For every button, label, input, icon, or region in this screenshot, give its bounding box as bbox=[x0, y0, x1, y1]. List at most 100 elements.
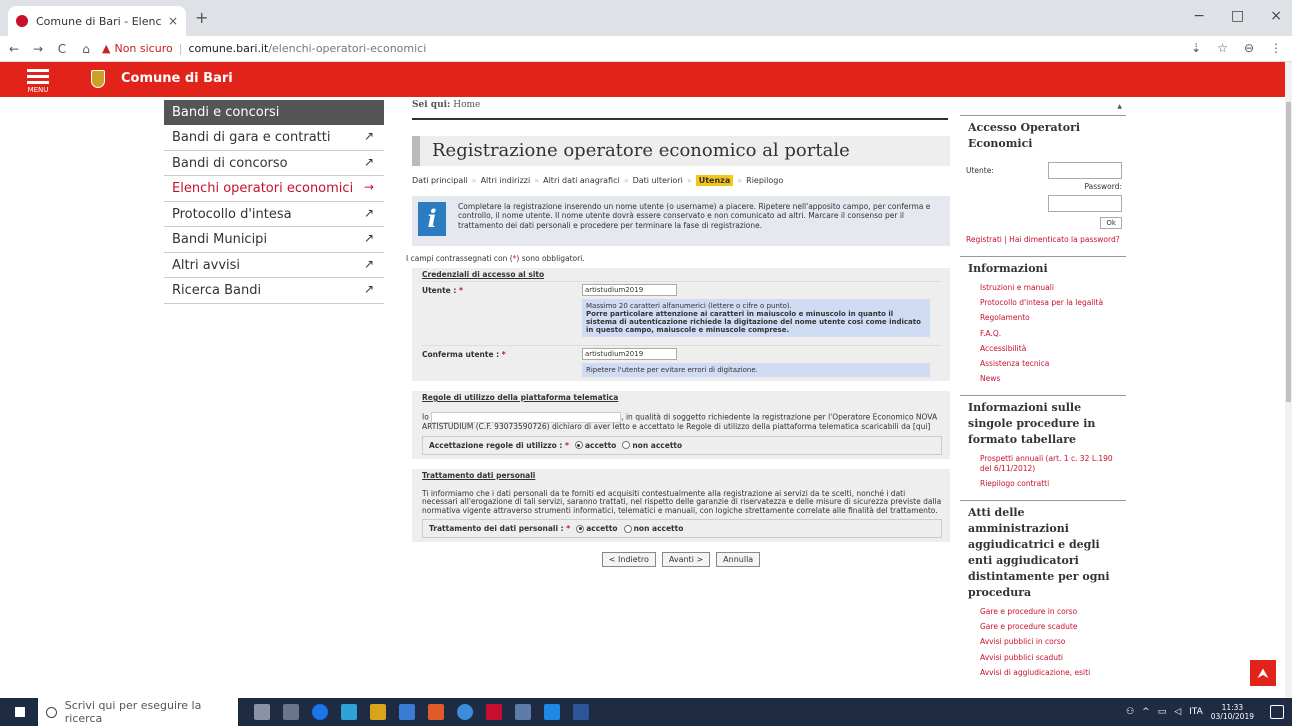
cancel-button[interactable]: Annulla bbox=[716, 552, 761, 568]
radio-accetto[interactable]: accetto bbox=[576, 524, 618, 533]
utente-input[interactable]: artistudium2019 bbox=[582, 284, 677, 296]
back-to-top-button[interactable]: ⮝ bbox=[1250, 660, 1276, 686]
bookmark-star-icon[interactable]: ☆ bbox=[1217, 41, 1228, 55]
breadcrumb-home[interactable]: Home bbox=[453, 100, 480, 110]
link-prospetti[interactable]: Prospetti annuali (art. 1 c. 32 L.190 de… bbox=[980, 454, 1126, 472]
minimize-icon[interactable]: − bbox=[1193, 8, 1205, 24]
step-dati-principali: Dati principali bbox=[412, 175, 468, 185]
back-icon[interactable]: ← bbox=[4, 42, 24, 56]
forward-icon[interactable]: → bbox=[28, 42, 48, 56]
nav-item-bandi-municipi[interactable]: Bandi Municipi ↗ bbox=[164, 227, 384, 253]
mail-icon[interactable] bbox=[515, 704, 531, 720]
step-separator: » bbox=[737, 175, 743, 185]
clock[interactable]: 11:33 03/10/2019 bbox=[1211, 703, 1254, 721]
edge-icon[interactable] bbox=[312, 704, 328, 720]
step-altri-indirizzi: Altri indirizzi bbox=[480, 175, 531, 185]
task-view-icon[interactable] bbox=[283, 704, 299, 720]
link-aggiudicazione[interactable]: Avvisi di aggiudicazione, esiti bbox=[980, 668, 1126, 677]
field-label: Utente : * bbox=[422, 284, 582, 337]
nav-item-protocollo[interactable]: Protocollo d'intesa ↗ bbox=[164, 202, 384, 227]
windows-start-icon[interactable] bbox=[14, 706, 26, 718]
download-icon[interactable]: ⇣ bbox=[1191, 41, 1201, 55]
note-text: ) sono obbligatori. bbox=[516, 254, 585, 263]
menu-button[interactable]: MENU bbox=[18, 65, 58, 94]
word-icon[interactable] bbox=[573, 704, 589, 720]
network-icon[interactable]: ▭ bbox=[1158, 707, 1167, 717]
profile-icon[interactable]: ⊖ bbox=[1244, 41, 1254, 55]
link-riepilogo-contratti[interactable]: Riepilogo contratti bbox=[980, 479, 1126, 488]
chrome-icon[interactable] bbox=[457, 704, 473, 720]
page-scrollbar[interactable] bbox=[1285, 62, 1292, 698]
browser-tab-bar: Comune di Bari - Elenchi operat × + − □ … bbox=[0, 0, 1292, 36]
nav-item-label: Altri avvisi bbox=[172, 257, 241, 273]
radio-label: non accetto bbox=[633, 524, 684, 534]
close-window-icon[interactable]: × bbox=[1270, 8, 1282, 24]
language-indicator[interactable]: ITA bbox=[1189, 707, 1203, 717]
link-accessibilita[interactable]: Accessibilità bbox=[980, 344, 1126, 353]
app-icon[interactable] bbox=[428, 704, 444, 720]
nav-item-ricerca-bandi[interactable]: Ricerca Bandi ↗ bbox=[164, 278, 384, 304]
arrow-icon: ↗ bbox=[363, 205, 374, 220]
scrollbar-thumb[interactable] bbox=[1286, 102, 1291, 402]
media-icon[interactable] bbox=[399, 704, 415, 720]
file-explorer-icon[interactable] bbox=[370, 704, 386, 720]
new-tab-button[interactable]: + bbox=[195, 8, 208, 27]
link-istruzioni[interactable]: Istruzioni e manuali bbox=[980, 283, 1126, 292]
radio-non-accetto[interactable]: non accetto bbox=[622, 441, 682, 450]
field-container: artistudium2019 Ripetere l'utente per ev… bbox=[582, 348, 942, 377]
close-tab-icon[interactable]: × bbox=[168, 14, 178, 28]
link-gare-in-corso[interactable]: Gare e procedure in corso bbox=[980, 607, 1126, 616]
nav-item-altri-avvisi[interactable]: Altri avvisi ↗ bbox=[164, 253, 384, 278]
sidebar-scroll-up-icon[interactable]: ▲ bbox=[1117, 103, 1122, 110]
conferma-utente-input[interactable]: artistudium2019 bbox=[582, 348, 677, 360]
required-star: * bbox=[501, 350, 506, 359]
login-ok-button[interactable]: Ok bbox=[1100, 217, 1122, 229]
divider bbox=[412, 118, 948, 120]
info-heading: Informazioni bbox=[960, 256, 1126, 281]
arrow-icon: → bbox=[363, 180, 374, 194]
maximize-icon[interactable]: □ bbox=[1231, 8, 1244, 24]
tray-chevron-icon[interactable]: ^ bbox=[1142, 707, 1150, 717]
radio-non-accetto[interactable]: non accetto bbox=[623, 524, 684, 534]
next-button[interactable]: Avanti > bbox=[661, 552, 711, 568]
home-icon[interactable]: ⌂ bbox=[76, 42, 96, 56]
site-name[interactable]: Comune di Bari bbox=[121, 71, 233, 86]
required-fields-note: I campi contrassegnati con (*) sono obbl… bbox=[406, 254, 950, 263]
link-protocollo[interactable]: Protocollo d'intesa per la legalità bbox=[980, 298, 1126, 307]
register-links[interactable]: Registrati | Hai dimenticato la password… bbox=[966, 229, 1122, 244]
volume-icon[interactable]: ◁ bbox=[1174, 707, 1181, 717]
arrow-icon: ↗ bbox=[363, 231, 374, 245]
rules-download-link[interactable]: [qui] bbox=[913, 422, 930, 431]
reload-icon[interactable]: C bbox=[52, 42, 72, 56]
acrobat-icon[interactable] bbox=[486, 704, 502, 720]
link-avvisi-in-corso[interactable]: Avvisi pubblici in corso bbox=[980, 637, 1126, 646]
ie-icon[interactable] bbox=[544, 704, 560, 720]
link-assistenza[interactable]: Assistenza tecnica bbox=[980, 359, 1126, 368]
taskbar-search[interactable]: Scrivi qui per eseguire la ricerca bbox=[38, 698, 238, 726]
link-avvisi-scaduti[interactable]: Avvisi pubblici scaduti bbox=[980, 653, 1126, 662]
nav-item-bandi-gara[interactable]: Bandi di gara e contratti ↗ bbox=[164, 125, 384, 151]
link-faq[interactable]: F.A.Q. bbox=[980, 329, 1126, 338]
cortana-icon bbox=[46, 706, 57, 718]
credentials-section: Credenziali di accesso al sito Utente : … bbox=[412, 268, 950, 381]
field-container: artistudium2019 Massimo 20 caratteri alf… bbox=[582, 284, 942, 337]
url-field[interactable]: ▲ Non sicuro | comune.bari.it /elenchi-o… bbox=[102, 42, 426, 55]
notification-icon[interactable] bbox=[1270, 705, 1284, 719]
radio-accetto[interactable]: accetto bbox=[574, 441, 616, 450]
link-news[interactable]: News bbox=[980, 374, 1126, 383]
link-regolamento[interactable]: Regolamento bbox=[980, 313, 1126, 322]
step-separator: » bbox=[471, 175, 477, 185]
password-input[interactable] bbox=[1048, 194, 1122, 212]
browser-menu-icon[interactable]: ⋮ bbox=[1270, 41, 1282, 55]
username-input[interactable] bbox=[1048, 161, 1122, 179]
people-icon[interactable]: ⚇ bbox=[1126, 707, 1134, 717]
nav-item-elenchi-operatori[interactable]: Elenchi operatori economici → bbox=[164, 176, 384, 202]
link-gare-scadute[interactable]: Gare e procedure scadute bbox=[980, 622, 1126, 631]
browser-tab[interactable]: Comune di Bari - Elenchi operat × bbox=[8, 6, 186, 36]
mic-icon[interactable] bbox=[254, 704, 270, 720]
taskbar: Scrivi qui per eseguire la ricerca ⚇ ^ ▭… bbox=[0, 698, 1292, 726]
nav-item-bandi-concorso[interactable]: Bandi di concorso ↗ bbox=[164, 151, 384, 176]
store-icon[interactable] bbox=[341, 704, 357, 720]
back-button[interactable]: < Indietro bbox=[601, 552, 656, 568]
url-separator: | bbox=[178, 42, 183, 55]
